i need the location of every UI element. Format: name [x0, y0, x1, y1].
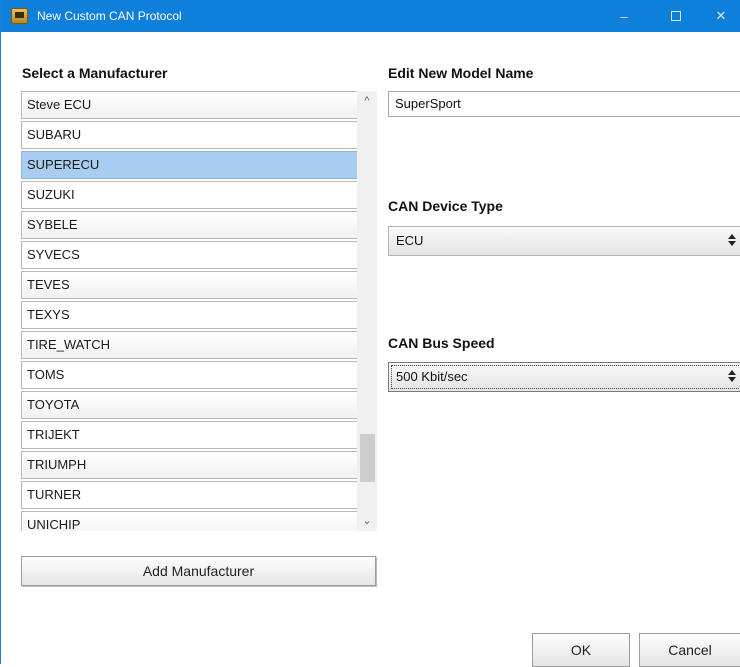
device-type-value: ECU [396, 233, 424, 248]
manufacturer-list-item[interactable]: SYBELE [21, 211, 359, 239]
manufacturer-label: Select a Manufacturer [22, 65, 168, 81]
chevron-up-icon[interactable]: ^ [357, 91, 377, 111]
model-name-input[interactable]: SuperSport [388, 91, 740, 117]
bus-speed-label: CAN Bus Speed [388, 335, 495, 351]
manufacturer-list-item[interactable]: SUPERECU [21, 151, 359, 179]
minimize-icon: – [620, 8, 628, 24]
manufacturer-list-item[interactable]: TEVES [21, 271, 359, 299]
manufacturer-list-item[interactable]: SYVECS [21, 241, 359, 269]
manufacturer-list[interactable]: Steve ECU SUBARU SUPERECU SUZUKI SYBELE SYVEC… [21, 91, 377, 531]
manufacturer-list-item[interactable]: TURNER [21, 481, 359, 509]
add-manufacturer-button[interactable]: Add Manufacturer [21, 556, 376, 586]
manufacturer-list-item[interactable]: TOYOTA [21, 391, 359, 419]
updown-arrows-icon [728, 234, 738, 248]
manufacturer-list-item[interactable]: TRIJEKT [21, 421, 359, 449]
manufacturer-list-item[interactable]: TOMS [21, 361, 359, 389]
manufacturer-list-item[interactable]: SUBARU [21, 121, 359, 149]
list-scrollbar[interactable]: ^ ⌄ [357, 91, 377, 531]
updown-arrows-icon [728, 370, 738, 384]
manufacturer-list-item[interactable]: Steve ECU [21, 91, 359, 119]
manufacturer-list-item[interactable]: UNICHIP [21, 511, 359, 531]
app-icon [11, 8, 28, 24]
close-button[interactable]: ✕ [701, 0, 740, 32]
window-title: New Custom CAN Protocol [37, 9, 182, 23]
model-name-label: Edit New Model Name [388, 65, 534, 81]
manufacturer-list-item[interactable]: SUZUKI [21, 181, 359, 209]
focus-ring [391, 365, 740, 389]
chevron-down-icon[interactable]: ⌄ [357, 511, 377, 531]
manufacturer-list-item[interactable]: TRIUMPH [21, 451, 359, 479]
scrollbar-thumb[interactable] [360, 434, 375, 482]
close-icon: ✕ [715, 8, 727, 23]
manufacturer-list-item[interactable]: TEXYS [21, 301, 359, 329]
minimize-button[interactable]: – [601, 0, 647, 32]
maximize-icon [671, 11, 681, 21]
cancel-button[interactable]: Cancel [639, 633, 740, 667]
title-bar[interactable]: New Custom CAN Protocol – ✕ [1, 0, 740, 32]
ok-button[interactable]: OK [532, 633, 630, 667]
manufacturer-list-item[interactable]: TIRE_WATCH [21, 331, 359, 359]
maximize-button[interactable] [653, 0, 699, 32]
device-type-select[interactable]: ECU [388, 226, 740, 256]
dialog-window: New Custom CAN Protocol – ✕ Select a Man… [0, 0, 740, 667]
device-type-label: CAN Device Type [388, 198, 503, 214]
bus-speed-select[interactable]: 500 Kbit/sec [388, 362, 740, 392]
